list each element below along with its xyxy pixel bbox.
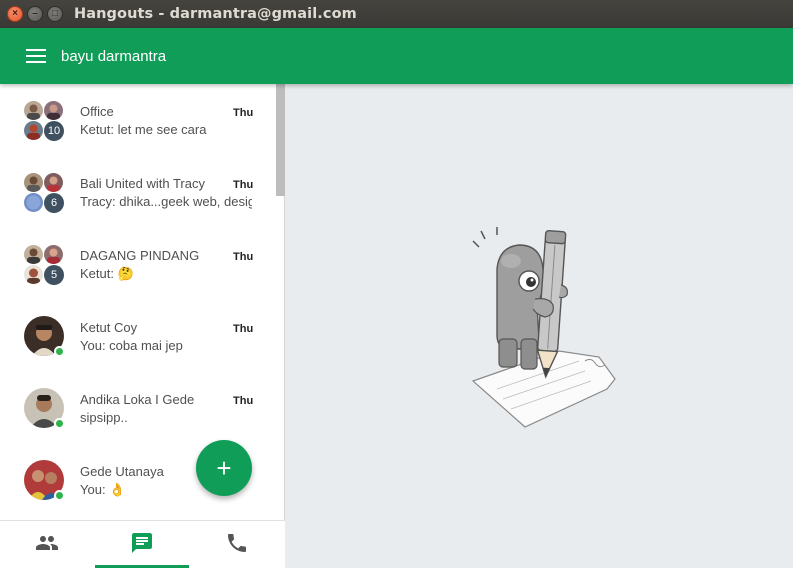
conversation-time: Thu: [233, 107, 254, 119]
conversation-list-scrollbar[interactable]: [276, 84, 285, 196]
menu-icon[interactable]: [26, 49, 46, 63]
empty-state-illustration: [467, 221, 617, 436]
tab-contacts[interactable]: [0, 521, 94, 568]
window-close-button[interactable]: ×: [7, 6, 23, 22]
window-minimize-button[interactable]: –: [27, 6, 43, 22]
conversation-time: Thu: [233, 251, 254, 263]
avatar: [24, 121, 43, 140]
member-count-badge: 6: [44, 193, 64, 213]
conversation-time: Thu: [233, 179, 254, 191]
avatar: [24, 245, 43, 264]
tab-conversations[interactable]: [95, 521, 189, 568]
user-name: bayu darmantra: [61, 47, 167, 65]
conversation-name: Bali United with Tracy: [80, 176, 205, 191]
conversation-name: Office: [80, 104, 114, 119]
online-status-indicator: [54, 418, 65, 429]
tab-phone-calls[interactable]: [190, 521, 284, 568]
online-status-indicator: [54, 346, 65, 357]
contacts-icon: [35, 531, 59, 560]
conversation-item-dagang-pindang[interactable]: 5 DAGANG PINDANG Ketut: 🤔 Thu: [0, 228, 276, 300]
avatar: [44, 245, 63, 264]
window-maximize-button[interactable]: □: [47, 6, 63, 22]
chat-icon: [130, 531, 154, 560]
avatar: [44, 101, 63, 120]
avatar: [44, 173, 63, 192]
conversation-name: Andika Loka I Gede: [80, 392, 195, 407]
conversation-preview: Tracy: dhika...geek web, design: [80, 194, 252, 209]
bottom-navigation: [0, 520, 285, 568]
conversation-name: DAGANG PINDANG: [80, 248, 200, 263]
main-content-area: [286, 84, 793, 568]
avatar: [24, 101, 43, 120]
conversation-item-bali-united[interactable]: 6 Bali United with Tracy Tracy: dhika...…: [0, 156, 276, 228]
conversation-item-ketut-coy[interactable]: Ketut Coy You: coba mai jep Thu: [0, 300, 276, 372]
avatar: [24, 265, 43, 284]
conversation-preview: Ketut: let me see cara: [80, 122, 207, 137]
conversation-preview: You: coba mai jep: [80, 338, 183, 353]
conversation-item-office[interactable]: 10 Office Ketut: let me see cara Thu: [0, 84, 276, 156]
avatar: [24, 193, 43, 212]
sidebar: 10 Office Ketut: let me see cara Thu 6 B…: [0, 84, 285, 568]
member-count-badge: 5: [44, 265, 64, 285]
conversation-preview: Ketut: 🤔: [80, 266, 134, 281]
phone-icon: [225, 531, 249, 560]
conversation-name: Gede Utanaya: [80, 464, 164, 479]
app-header: bayu darmantra: [0, 28, 793, 84]
conversation-name: Ketut Coy: [80, 320, 138, 335]
window-titlebar: × – □ Hangouts - darmantra@gmail.com: [0, 0, 793, 28]
new-conversation-button[interactable]: +: [196, 440, 252, 496]
conversation-item-andika-loka[interactable]: Andika Loka I Gede sipsipp.. Thu: [0, 372, 276, 444]
conversation-time: Thu: [233, 395, 254, 407]
member-count-badge: 10: [44, 121, 64, 141]
plus-icon: +: [216, 452, 232, 483]
online-status-indicator: [54, 490, 65, 501]
conversation-preview: sipsipp..: [80, 410, 128, 425]
conversation-time: Thu: [233, 323, 254, 335]
avatar: [24, 173, 43, 192]
window-title: Hangouts - darmantra@gmail.com: [74, 6, 357, 22]
